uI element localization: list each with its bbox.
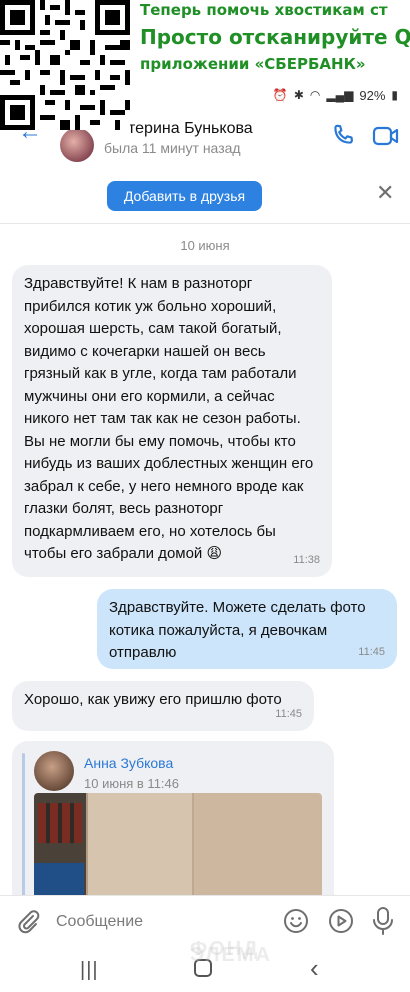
watermark-right: ЭЛЕМА — [190, 944, 272, 966]
message-input[interactable] — [56, 908, 266, 936]
battery-icon: ▮ — [391, 88, 398, 102]
status-bar: ⏰ ✱ ◠ ▂▄▆ 92% ▮ — [273, 86, 398, 104]
banner-line-3: приложении «СБЕРБАНК» — [140, 55, 366, 73]
alarm-icon: ⏰ — [272, 88, 288, 102]
add-friend-bar: Добавить в друзья ✕ — [0, 164, 410, 224]
date-separator: 10 июня — [180, 238, 230, 253]
forwarded-photo[interactable] — [34, 793, 322, 911]
emoji-icon[interactable] — [283, 908, 309, 934]
message-time: 11:45 — [358, 645, 385, 658]
nav-back-icon[interactable]: ‹ — [310, 953, 319, 984]
message-text: Здравствуйте. Можете сделать фото котика… — [109, 599, 366, 661]
microphone-icon[interactable] — [372, 906, 394, 936]
add-friend-button[interactable]: Добавить в друзья — [107, 181, 262, 211]
close-icon[interactable]: ✕ — [376, 180, 394, 206]
contact-avatar[interactable] — [60, 128, 94, 162]
message-time: 11:38 — [293, 553, 320, 566]
message-text: Здравствуйте! К нам в разноторг прибился… — [24, 275, 314, 562]
forwarded-author-avatar[interactable] — [34, 751, 74, 791]
qr-code[interactable] — [0, 0, 130, 130]
signal-icon: ▂▄▆ — [326, 88, 354, 102]
wifi-icon: ◠ — [309, 88, 321, 102]
contact-name[interactable]: терина Бунькова — [128, 120, 253, 138]
message-time: 11:45 — [275, 707, 302, 720]
photo-detail — [86, 793, 88, 911]
video-call-icon[interactable] — [372, 124, 400, 148]
forward-indicator-line — [22, 753, 25, 903]
photo-detail — [38, 803, 82, 843]
photo-detail — [192, 793, 194, 911]
banner-line-2: Просто отсканируйте Q — [140, 25, 410, 49]
message-outgoing[interactable]: Здравствуйте. Можете сделать фото котика… — [97, 589, 397, 669]
message-incoming[interactable]: Здравствуйте! К нам в разноторг прибился… — [12, 265, 332, 577]
battery-level: 92% — [359, 87, 386, 103]
phone-call-icon[interactable] — [330, 122, 356, 148]
recent-apps-icon[interactable]: ||| — [80, 959, 99, 982]
message-incoming[interactable]: Хорошо, как увижу его пришлю фото 11:45 — [12, 681, 314, 731]
forwarded-message[interactable]: Анна Зубкова 10 июня в 11:46 — [12, 741, 334, 911]
attach-icon[interactable] — [16, 908, 40, 934]
bluetooth-icon: ✱ — [293, 88, 304, 102]
video-message-icon[interactable] — [328, 908, 354, 934]
forwarded-author-name[interactable]: Анна Зубкова — [84, 752, 173, 775]
message-text: Хорошо, как увижу его пришлю фото — [24, 691, 282, 708]
banner-line-1: Теперь помочь хвостикам ст — [140, 1, 388, 19]
last-seen-status: была 11 минут назад — [104, 140, 241, 156]
